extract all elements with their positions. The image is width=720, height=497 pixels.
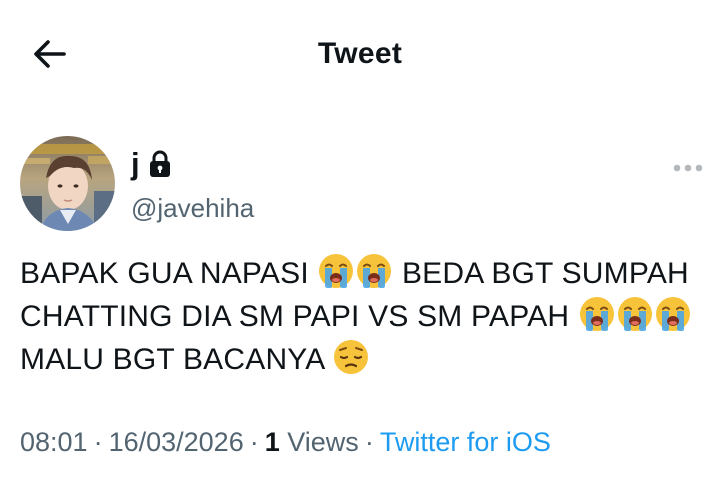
- profile-photo-image: [20, 136, 115, 231]
- top-bar: Tweet: [0, 0, 720, 108]
- loudly-crying-face-icon: [317, 252, 355, 290]
- author-name-row[interactable]: j: [131, 146, 171, 182]
- page-title: Tweet: [317, 37, 403, 70]
- lock-icon: [149, 150, 171, 178]
- views-count[interactable]: 1: [265, 427, 280, 457]
- views-label[interactable]: Views: [287, 427, 359, 457]
- display-name[interactable]: j: [131, 146, 140, 182]
- meta-separator: ·: [93, 427, 103, 457]
- tweet-text-segment: MALU BGT BACANYA: [20, 343, 333, 376]
- more-options-button[interactable]: [671, 156, 705, 180]
- meta-separator: ·: [249, 427, 259, 457]
- more-dots-icon: [673, 164, 703, 172]
- author-handle[interactable]: @javehiha: [131, 192, 254, 224]
- source-link[interactable]: Twitter for iOS: [380, 427, 551, 457]
- tweet-text: BAPAK GUA NAPASI BEDA BGT SUMPAH CHATTIN…: [20, 252, 700, 381]
- tweet-time[interactable]: 08:01: [20, 427, 88, 457]
- loudly-crying-face-icon: [654, 295, 692, 333]
- loudly-crying-face-icon: [355, 252, 393, 290]
- tweet-text-segment: BAPAK GUA NAPASI: [20, 257, 318, 290]
- loudly-crying-face-icon: [578, 295, 616, 333]
- loudly-crying-face-icon: [616, 295, 654, 333]
- tweet-date[interactable]: 16/03/2026: [109, 427, 244, 457]
- pensive-face-icon: [332, 338, 370, 376]
- meta-separator: ·: [364, 427, 374, 457]
- tweet-meta: 08:01 · 16/03/2026 · 1 Views · Twitter for iOS: [20, 424, 551, 460]
- avatar[interactable]: [20, 136, 115, 231]
